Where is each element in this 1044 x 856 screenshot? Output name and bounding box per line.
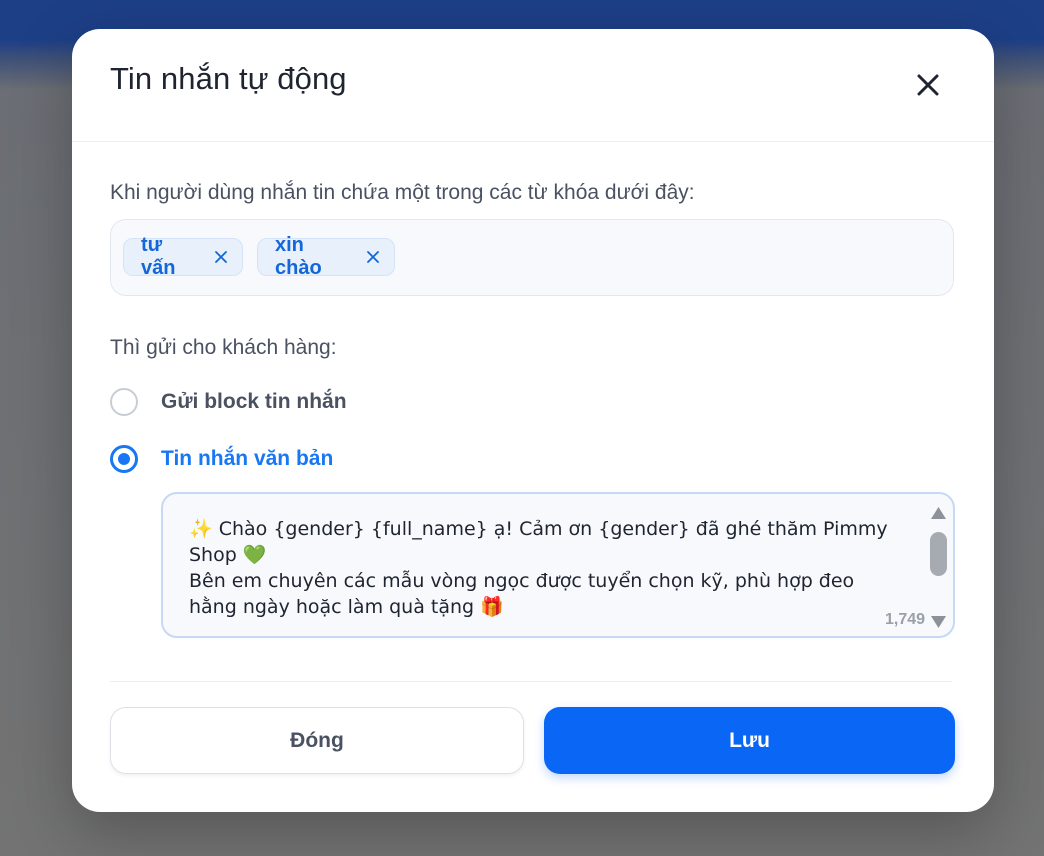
remove-keyword-button[interactable] (214, 250, 228, 264)
character-count: 1,749 (885, 611, 926, 628)
keyword-chip: tư vấn (123, 234, 243, 279)
keyword-chip-label: xin chào (275, 234, 322, 279)
radio-option-send-block[interactable]: Gửi block tin nhắn (110, 385, 347, 419)
radio-label: Gửi block tin nhắn (161, 390, 347, 413)
modal-header: Tin nhắn tự động (72, 29, 994, 142)
close-button[interactable] (912, 69, 944, 101)
save-button[interactable]: Lưu (544, 707, 955, 774)
keywords-input[interactable]: tư vấn xin chào (110, 219, 954, 296)
radio-button[interactable] (110, 388, 138, 416)
send-to-customer-label: Thì gửi cho khách hàng: (110, 336, 337, 359)
remove-keyword-button[interactable] (366, 250, 380, 264)
close-modal-button[interactable]: Đóng (110, 707, 524, 774)
keyword-chip: xin chào (257, 234, 395, 279)
footer-divider (110, 681, 952, 682)
scrollbar-thumb[interactable] (930, 532, 947, 576)
radio-button[interactable] (110, 445, 138, 473)
message-textarea[interactable]: ✨ Chào {gender} {full_name} ạ! Cảm ơn {g… (161, 492, 955, 638)
scroll-down-arrow-icon[interactable] (930, 615, 947, 629)
auto-message-modal: Tin nhắn tự động Khi người dùng nhắn tin… (72, 29, 994, 812)
modal-title: Tin nhắn tự động (110, 61, 347, 96)
scroll-up-arrow-icon[interactable] (930, 506, 947, 520)
close-icon (917, 74, 939, 96)
radio-label: Tin nhắn văn bản (161, 447, 334, 470)
keywords-label: Khi người dùng nhắn tin chứa một trong c… (110, 181, 695, 204)
close-icon (367, 251, 379, 263)
radio-option-text-message[interactable]: Tin nhắn văn bản (110, 442, 333, 476)
message-text[interactable]: ✨ Chào {gender} {full_name} ạ! Cảm ơn {g… (189, 516, 889, 620)
keyword-chip-label: tư vấn (141, 234, 176, 279)
close-icon (215, 251, 227, 263)
